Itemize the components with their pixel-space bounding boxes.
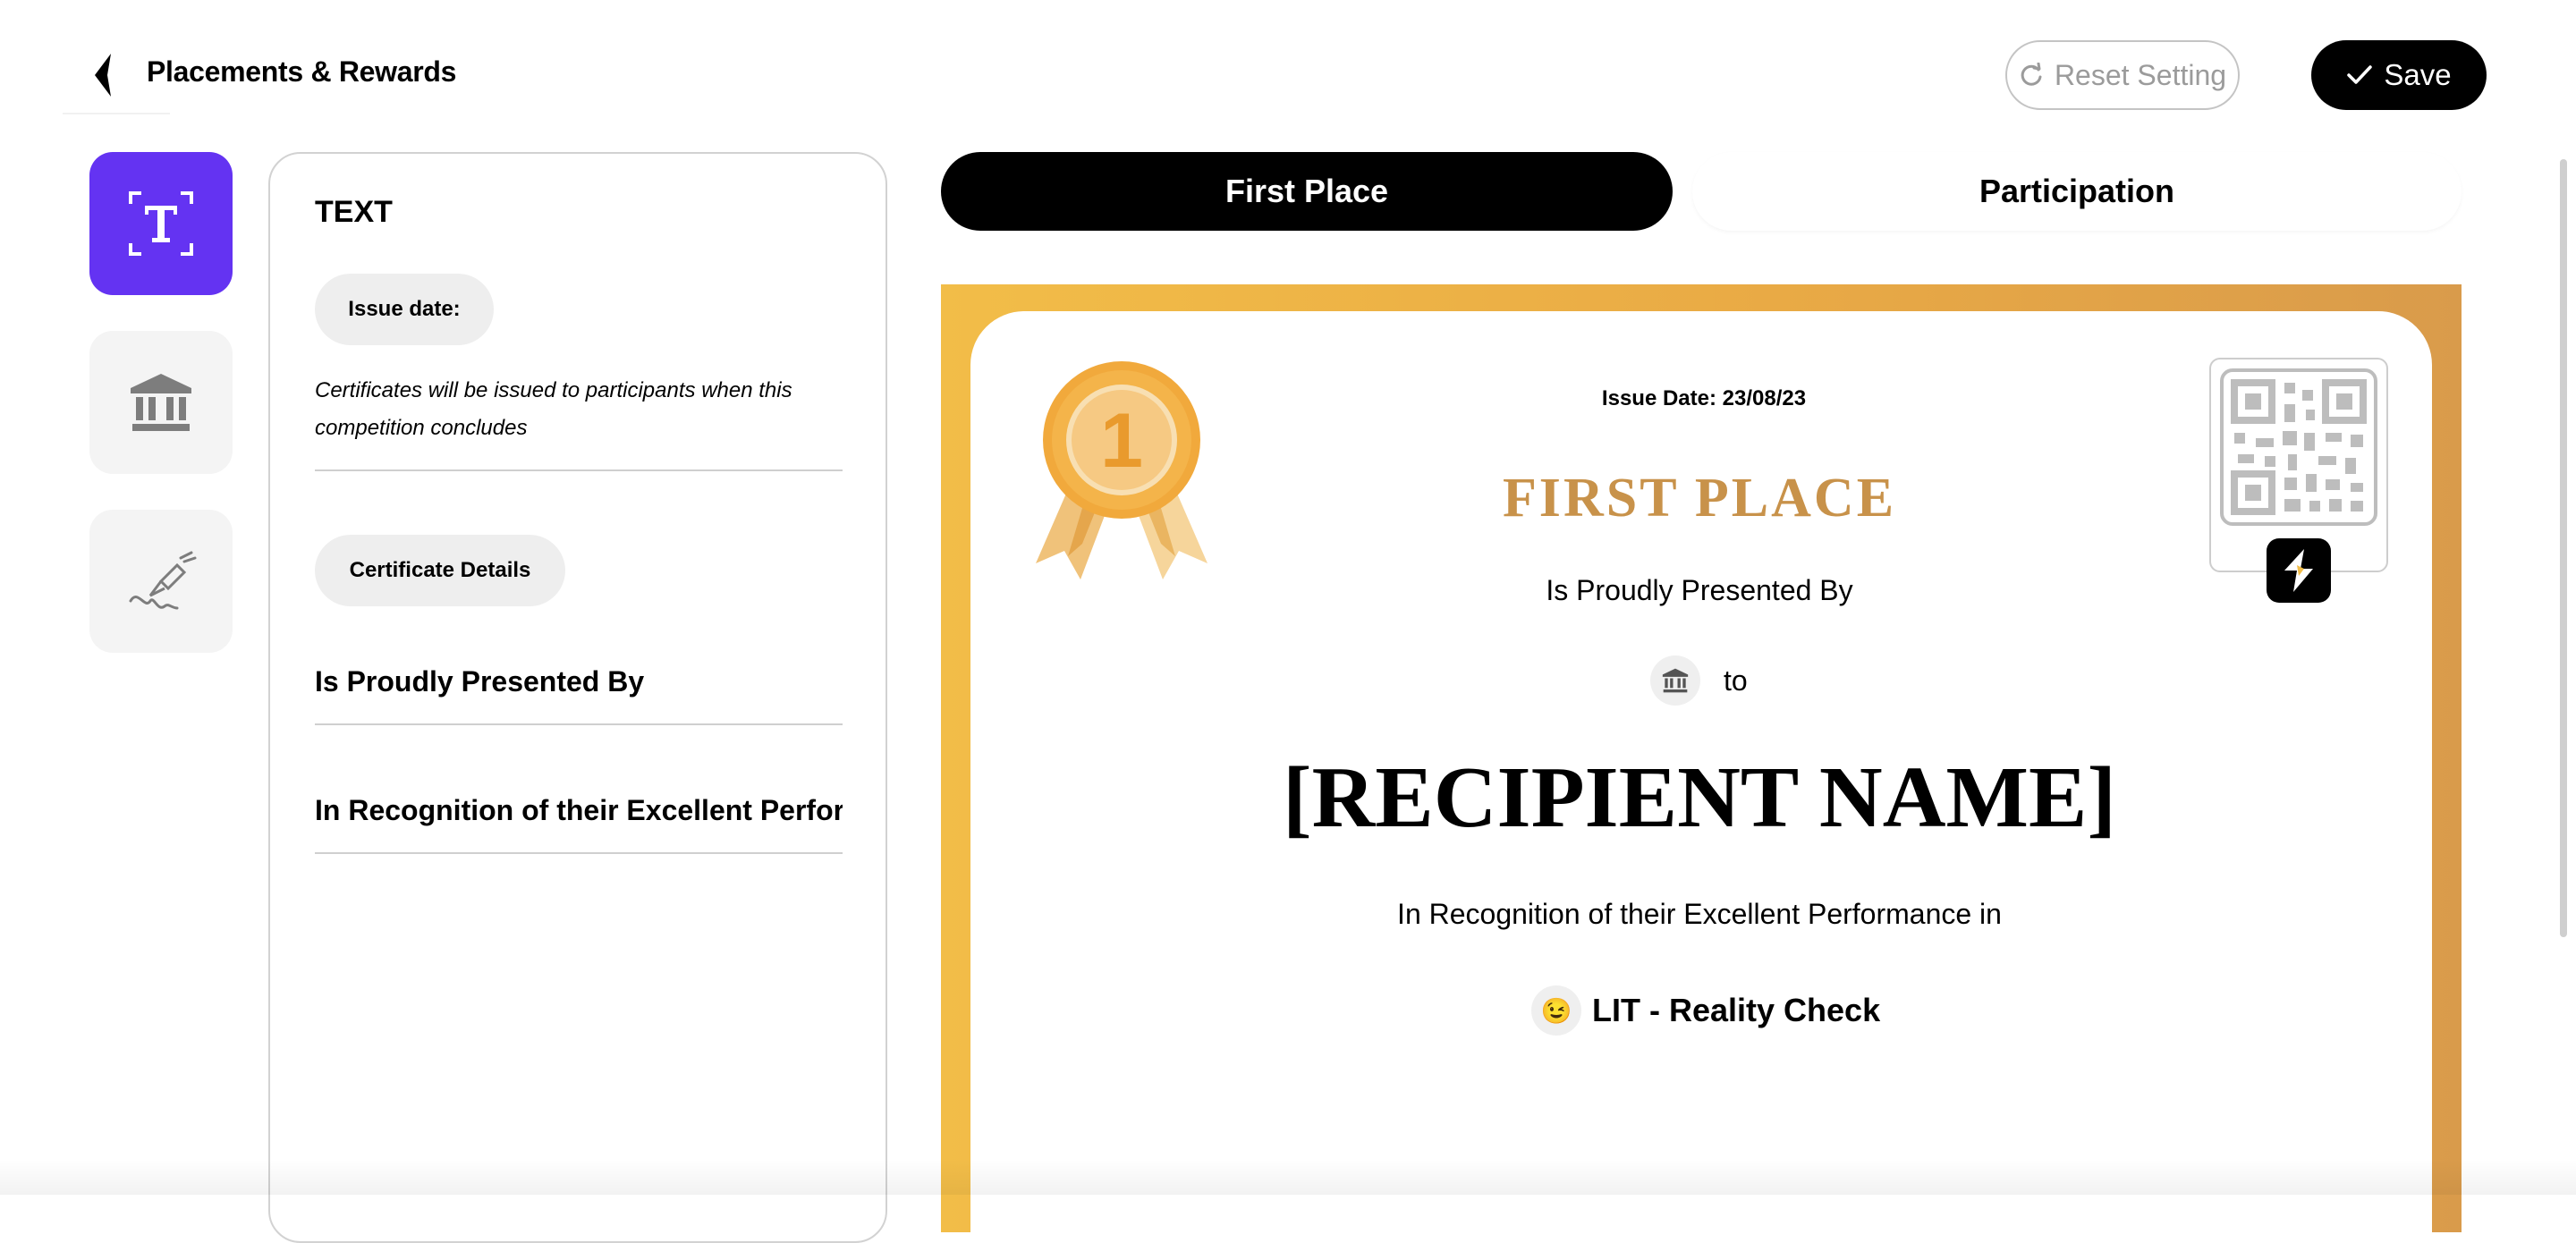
header-divider: [63, 113, 170, 114]
tab-first-place[interactable]: First Place: [941, 152, 1673, 231]
panel-heading: TEXT: [315, 195, 393, 229]
save-label: Save: [2384, 58, 2452, 91]
competition-name: LIT - Reality Check: [1592, 992, 1881, 1028]
lightning-logo-icon: [2284, 549, 2313, 592]
page-title: Placements & Rewards: [147, 55, 457, 88]
certificate-details-chip[interactable]: Certificate Details: [315, 535, 565, 606]
divider: [315, 469, 843, 471]
reset-setting-label: Reset Setting: [2054, 58, 2227, 91]
issue-date-note: Certificates will be issued to participa…: [315, 378, 792, 440]
save-button[interactable]: Save: [2311, 40, 2487, 110]
signature-tool-button[interactable]: [89, 510, 233, 653]
certificate-issue-date: Issue Date: 23/08/23: [1601, 386, 1807, 410]
competition-emoji: 😉: [1531, 985, 1581, 1036]
recipient-name: [RECIPIENT NAME]: [1283, 749, 2116, 846]
certificate-presented-by: Is Proudly Presented By: [1546, 574, 1853, 606]
presented-by-underline: [315, 723, 843, 725]
recognition-underline: [315, 852, 843, 854]
first-place-medal-icon: 1: [1018, 356, 1225, 586]
institution-icon: [131, 374, 191, 431]
check-icon: [2347, 65, 2373, 84]
medal-number: 1: [1100, 398, 1143, 484]
back-button[interactable]: [86, 50, 122, 100]
chevron-left-icon: [95, 54, 111, 97]
presented-by-input[interactable]: [315, 662, 843, 701]
presenter-row: to: [1650, 655, 1748, 706]
refresh-icon: [2021, 63, 2042, 86]
text-icon: [129, 191, 193, 256]
signature-pen-icon: [129, 551, 197, 610]
to-text: to: [1724, 664, 1748, 697]
institution-tool-button[interactable]: [89, 331, 233, 474]
reset-setting-button[interactable]: Reset Setting: [2005, 40, 2240, 110]
issue-date-chip[interactable]: Issue date:: [315, 274, 494, 345]
tab-participation[interactable]: Participation: [1692, 152, 2462, 231]
institution-icon: [1662, 668, 1689, 693]
recognition-input[interactable]: [315, 791, 843, 830]
certificate-title: FIRST PLACE: [1502, 468, 1897, 528]
text-tool-button[interactable]: [89, 152, 233, 295]
institution-badge: [1650, 655, 1700, 706]
qr-code-icon: [2220, 368, 2377, 526]
bottom-shadow: [0, 1159, 2576, 1195]
page-scrollbar[interactable]: [2560, 159, 2567, 937]
app-logo: [2267, 538, 2331, 603]
competition-row: 😉 LIT - Reality Check: [1531, 985, 1880, 1036]
certificate-recognition: In Recognition of their Excellent Perfor…: [1397, 898, 2002, 930]
